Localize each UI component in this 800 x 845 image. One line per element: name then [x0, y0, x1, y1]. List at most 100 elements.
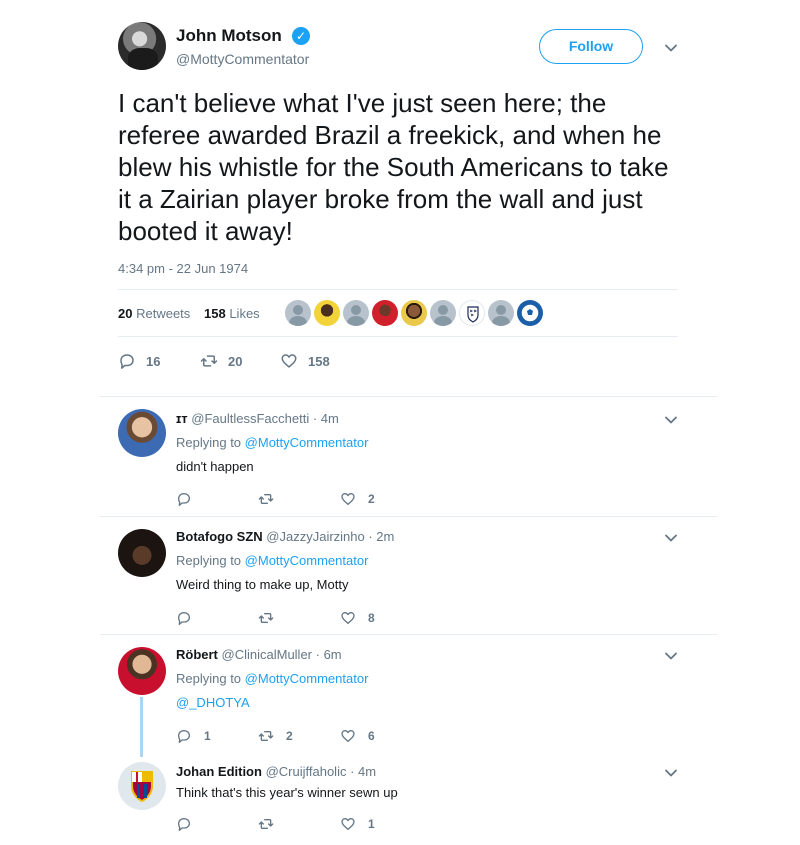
reply-action[interactable]: 1 [176, 727, 211, 745]
like-action[interactable]: 8 [340, 609, 375, 627]
retweet-icon [258, 819, 274, 829]
reply-header: ɪᴛ @FaultlessFacchetti · 4m [176, 411, 339, 426]
reply-avatar[interactable] [118, 409, 166, 457]
chevron-down-icon[interactable] [664, 766, 678, 780]
author-handle[interactable]: @MottyCommentator [176, 51, 309, 67]
reply-icon [178, 612, 190, 625]
reply-tweet[interactable]: Botafogo SZN @JazzyJairzinho · 2m Replyi… [100, 516, 717, 634]
heart-icon [341, 493, 355, 505]
heart-icon [281, 354, 297, 368]
liker-avatar[interactable] [430, 300, 456, 326]
liker-avatar[interactable] [401, 300, 427, 326]
verified-badge-icon: ✓ [292, 27, 310, 45]
reply-icon [120, 354, 134, 369]
author-avatar[interactable] [118, 22, 166, 70]
like-action[interactable]: 158 [280, 351, 330, 371]
reply-header: Johan Edition @Cruijffaholic · 4m [176, 764, 376, 779]
reply-icon [178, 493, 190, 506]
reply-icon [178, 730, 190, 743]
reply-tweet[interactable]: Röbert @ClinicalMuller · 6m Replying to … [100, 634, 717, 752]
like-count: 6 [368, 729, 375, 743]
chevron-down-icon[interactable] [664, 649, 678, 663]
tweet-timestamp[interactable]: 4:34 pm - 22 Jun 1974 [118, 261, 248, 276]
retweets-stat[interactable]: 20 Retweets [118, 306, 190, 321]
reply-avatar[interactable] [118, 529, 166, 577]
retweet-action[interactable] [258, 815, 286, 833]
reply-text[interactable]: @_DHOTYA [176, 695, 250, 710]
liker-avatar[interactable] [372, 300, 398, 326]
heart-icon [341, 612, 355, 624]
reply-actions: 2 [176, 490, 476, 508]
reply-avatar[interactable] [118, 762, 166, 810]
likes-stat[interactable]: 158 Likes [204, 306, 260, 321]
chevron-down-icon[interactable] [664, 531, 678, 545]
retweet-icon [258, 494, 274, 504]
like-action[interactable]: 2 [340, 490, 375, 508]
reply-action[interactable]: 16 [118, 351, 160, 371]
chevron-down-icon[interactable] [664, 41, 678, 55]
retweet-action[interactable]: 2 [258, 727, 293, 745]
author-name[interactable]: John Motson [176, 26, 282, 46]
reply-author-handle[interactable]: @ClinicalMuller [222, 647, 313, 662]
replying-to-mention[interactable]: @MottyCommentator [245, 435, 369, 450]
reply-time[interactable]: · 4m [313, 411, 339, 426]
retweet-action[interactable]: 20 [200, 351, 242, 371]
retweet-icon [200, 355, 218, 367]
like-action[interactable]: 6 [340, 727, 375, 745]
reply-time[interactable]: · 4m [350, 764, 376, 779]
reply-time[interactable]: · 6m [316, 647, 342, 662]
likes-label: Likes [229, 306, 260, 321]
liker-avatar[interactable] [314, 300, 340, 326]
like-count: 2 [368, 492, 375, 506]
replying-to-mention[interactable]: @MottyCommentator [245, 671, 369, 686]
replying-to-mention[interactable]: @MottyCommentator [245, 553, 369, 568]
reply-action[interactable] [176, 609, 204, 627]
retweets-label: Retweets [136, 306, 191, 321]
tweet-actions: 16 20 158 [118, 351, 418, 371]
reply-author-handle[interactable]: @JazzyJairzinho [266, 529, 364, 544]
reply-text: didn't happen [176, 459, 254, 474]
reply-action[interactable] [176, 490, 204, 508]
reply-tweet[interactable]: Johan Edition @Cruijffaholic · 4m Think … [100, 752, 717, 842]
follow-button[interactable]: Follow [539, 29, 643, 64]
like-action[interactable]: 1 [340, 815, 375, 833]
reply-text: Think that's this year's winner sewn up [176, 785, 398, 800]
replying-to: Replying to @MottyCommentator [176, 435, 368, 450]
reply-count: 1 [204, 729, 211, 743]
reply-actions: 1 2 6 [176, 727, 476, 745]
reply-actions: 8 [176, 609, 476, 627]
retweet-icon [258, 731, 274, 741]
replying-to: Replying to @MottyCommentator [176, 553, 368, 568]
liker-avatar[interactable] [517, 300, 543, 326]
liker-avatar[interactable] [285, 300, 311, 326]
retweet-action[interactable] [258, 490, 286, 508]
reply-text: Weird thing to make up, Motty [176, 577, 349, 592]
retweet-action[interactable] [258, 609, 286, 627]
reply-author-name[interactable]: Röbert [176, 647, 218, 662]
replying-to: Replying to @MottyCommentator [176, 671, 368, 686]
liker-avatar[interactable] [488, 300, 514, 326]
retweet-icon [258, 613, 274, 623]
retweets-count: 20 [118, 306, 133, 321]
reply-author-name[interactable]: ɪᴛ [176, 411, 188, 426]
reply-action[interactable] [176, 815, 204, 833]
reply-header: Botafogo SZN @JazzyJairzinho · 2m [176, 529, 394, 544]
reply-author-handle[interactable]: @Cruijffaholic [266, 764, 347, 779]
reply-actions: 1 [176, 815, 476, 833]
reply-avatar[interactable] [118, 647, 166, 695]
tweet-text: I can't believe what I've just seen here… [118, 88, 669, 246]
like-count: 158 [308, 353, 330, 369]
reply-time[interactable]: · 2m [368, 529, 394, 544]
reply-tweet[interactable]: ɪᴛ @FaultlessFacchetti · 4m Replying to … [100, 396, 717, 516]
reply-author-name[interactable]: Johan Edition [176, 764, 262, 779]
tweet-stats: 20 Retweets 158 Likes [118, 289, 678, 337]
heart-icon [341, 818, 355, 830]
reply-author-handle[interactable]: @FaultlessFacchetti [191, 411, 309, 426]
thread-connector [140, 697, 143, 757]
chevron-down-icon[interactable] [664, 413, 678, 427]
replying-to-label: Replying to [176, 553, 242, 568]
liker-avatar[interactable] [459, 300, 485, 326]
liker-avatar[interactable] [343, 300, 369, 326]
like-count: 8 [368, 611, 375, 625]
reply-author-name[interactable]: Botafogo SZN [176, 529, 263, 544]
